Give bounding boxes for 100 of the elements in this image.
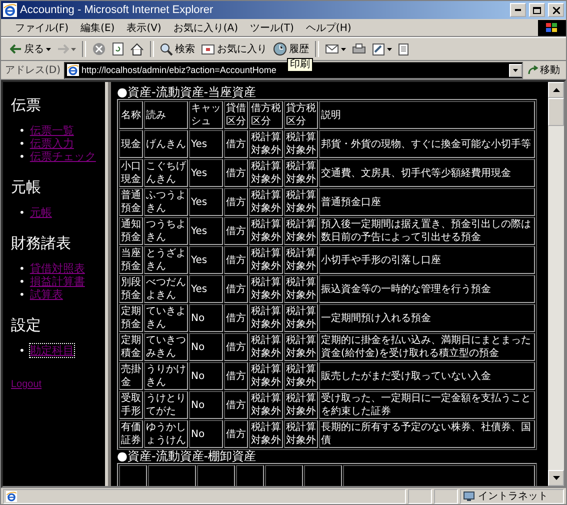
sidebar-heading: 財務諸表	[11, 234, 72, 253]
table-cell: 税計算対象外	[284, 420, 318, 448]
menu-item[interactable]: 表示(V)	[120, 20, 168, 34]
menu-item[interactable]: ファイル(F)	[9, 20, 75, 34]
table-cell: 税計算対象外	[249, 217, 283, 245]
table-cell: 借方	[224, 275, 248, 303]
table-cell: 税計算対象外	[249, 333, 283, 361]
table-cell: No	[189, 362, 223, 390]
table-cell: 借方	[224, 333, 248, 361]
status-zone: イントラネット	[460, 488, 564, 504]
column-header: 貸方税区分	[284, 101, 318, 129]
table-cell: 定期的に掛金を払い込み、満期日にまとまった資金(給付金)を受け取れる積立型の預金	[319, 333, 535, 361]
list-bullet: •	[19, 208, 25, 219]
table-cell: 普通預金口座	[319, 188, 535, 216]
table-cell: Yes	[189, 246, 223, 274]
table-cell: 税計算対象外	[284, 130, 318, 158]
table-cell: 税計算対象外	[284, 159, 318, 187]
table-cell: こぐちげんきん	[144, 159, 188, 187]
menu-item[interactable]: お気に入り(A)	[167, 20, 244, 34]
table-cell: 税計算対象外	[284, 217, 318, 245]
table-cell: 税計算対象外	[284, 391, 318, 419]
table-cell: 借方	[224, 159, 248, 187]
table-cell: 税計算対象外	[284, 275, 318, 303]
table-cell: 税計算対象外	[249, 420, 283, 448]
table-cell: 借方	[224, 246, 248, 274]
table-cell: うけとりてがた	[144, 391, 188, 419]
table-cell: 一定期間預け入れる預金	[319, 304, 535, 332]
list-bullet: •	[19, 139, 25, 150]
table-cell: Yes	[189, 217, 223, 245]
table-cell: 交通費、文房具、切手代等少額経費用現金	[319, 159, 535, 187]
table-cell: No	[189, 333, 223, 361]
table-cell: 通知預金	[119, 217, 143, 245]
table-cell: 振込資金等の一時的な管理を行う預金	[319, 275, 535, 303]
table-cell: 借方	[224, 130, 248, 158]
table-cell: 受取手形	[119, 391, 143, 419]
table-cell: 税計算対象外	[249, 130, 283, 158]
table-cell: うりかけきん	[144, 362, 188, 390]
toolbar-button[interactable]: 戻る	[7, 39, 54, 59]
sidebar-heading: 元帳	[11, 178, 42, 197]
table-cell: Yes	[189, 188, 223, 216]
table-cell: No	[189, 420, 223, 448]
table-cell: 借方	[224, 304, 248, 332]
table-cell: 別段預金	[119, 275, 143, 303]
table-cell: 税計算対象外	[284, 246, 318, 274]
menu-item[interactable]: 編集(E)	[74, 20, 121, 34]
table-cell: ていきよきん	[144, 304, 188, 332]
table-cell: ゆうかしょうけん	[144, 420, 188, 448]
table-cell: 税計算対象外	[249, 275, 283, 303]
table-cell: 税計算対象外	[284, 333, 318, 361]
column-header: 説明	[319, 101, 535, 129]
table-cell: 借方	[224, 362, 248, 390]
table-cell: No	[189, 391, 223, 419]
list-bullet: •	[19, 277, 25, 288]
table-cell: 税計算対象外	[249, 391, 283, 419]
table-cell: 受け取った、一定期日に一定金額を支払うことを約束した証券	[319, 391, 535, 419]
menu-item[interactable]: ツール(T)	[244, 20, 300, 34]
table-cell: 税計算対象外	[249, 246, 283, 274]
table-cell: 税計算対象外	[284, 304, 318, 332]
table-cell: 有価証券	[119, 420, 143, 448]
table-cell: 定期積金	[119, 333, 143, 361]
sidebar-heading: 設定	[11, 316, 42, 335]
column-header: 貸借区分	[224, 101, 248, 129]
table-cell: 税計算対象外	[249, 188, 283, 216]
table-cell: Yes	[189, 159, 223, 187]
table-cell: ていきつみきん	[144, 333, 188, 361]
toolbar-button[interactable]: お気に入り	[198, 39, 270, 59]
table-cell: 定期預金	[119, 304, 143, 332]
table-cell: 借方	[224, 391, 248, 419]
table-cell: 長期的に所有する予定のない株券、社債券、国債	[319, 420, 535, 448]
table-cell: 売掛金	[119, 362, 143, 390]
menu-item[interactable]: ヘルプ(H)	[300, 20, 358, 34]
table-cell: つうちよきん	[144, 217, 188, 245]
toolbar-button[interactable]: 検索	[157, 39, 198, 59]
table-cell: No	[189, 304, 223, 332]
table-cell: 税計算対象外	[284, 188, 318, 216]
table-cell: 税計算対象外	[249, 304, 283, 332]
section-heading: ●資産-流動資産-当座資産	[117, 86, 258, 99]
go-button[interactable]: 移動	[526, 63, 562, 77]
table-cell: Yes	[189, 275, 223, 303]
list-bullet: •	[19, 264, 25, 275]
table-cell: 税計算対象外	[284, 362, 318, 390]
toolbar-button[interactable]: 履歴	[270, 39, 312, 59]
column-header: 読み	[144, 101, 188, 129]
table-cell: 借方	[224, 420, 248, 448]
list-bullet: •	[19, 346, 25, 357]
list-bullet: •	[19, 290, 25, 301]
tooltip: 印刷	[287, 58, 313, 72]
sidebar-heading: 伝票	[11, 96, 42, 115]
table-cell: 税計算対象外	[249, 362, 283, 390]
table-cell: 当座預金	[119, 246, 143, 274]
column-header: 借方税区分	[249, 101, 283, 129]
window-title: Accounting - Microsoft Internet Explorer	[20, 4, 214, 16]
address-label: アドレス(D)	[5, 64, 61, 77]
table-cell: ふつうよきん	[144, 188, 188, 216]
table-cell: Yes	[189, 130, 223, 158]
list-bullet: •	[19, 126, 25, 137]
table-cell: 邦貨・外貨の現物、すぐに換金可能な小切手等	[319, 130, 535, 158]
column-header: キャッシュ	[189, 101, 223, 129]
table-cell: とうざよきん	[144, 246, 188, 274]
table-cell: げんきん	[144, 130, 188, 158]
